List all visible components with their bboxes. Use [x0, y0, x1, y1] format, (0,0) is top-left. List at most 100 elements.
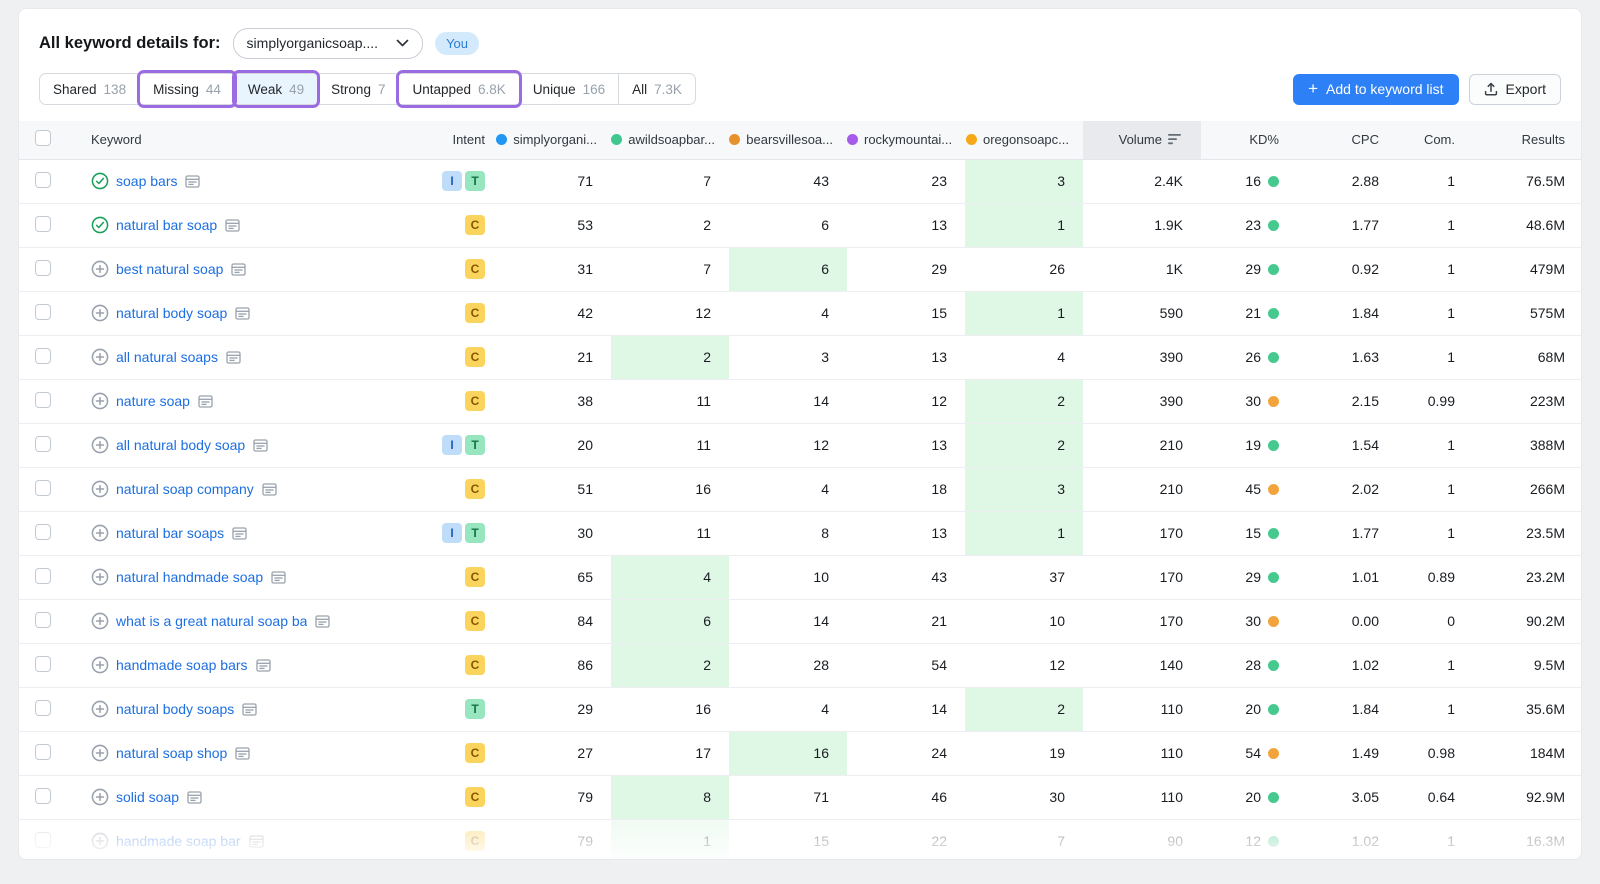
row-checkbox[interactable]	[35, 480, 51, 496]
row-checkbox[interactable]	[35, 172, 51, 188]
serp-features-icon[interactable]	[226, 351, 241, 364]
row-checkbox[interactable]	[35, 656, 51, 672]
serp-features-icon[interactable]	[253, 439, 268, 452]
serp-features-icon[interactable]	[262, 483, 277, 496]
serp-features-icon[interactable]	[225, 219, 240, 232]
add-keyword-icon[interactable]	[91, 436, 109, 454]
column-header-intent[interactable]: Intent	[423, 121, 493, 159]
row-checkbox[interactable]	[35, 304, 51, 320]
serp-features-icon[interactable]	[185, 175, 200, 188]
column-header-competitor-1[interactable]: simplyorgani...	[493, 121, 611, 159]
serp-features-icon[interactable]	[198, 395, 213, 408]
keyword-link[interactable]: what is a great natural soap ba	[116, 613, 307, 629]
add-keyword-icon[interactable]	[91, 304, 109, 322]
filter-tab-strong[interactable]: Strong 7	[317, 74, 398, 104]
serp-features-icon[interactable]	[187, 791, 202, 804]
keyword-link[interactable]: natural soap company	[116, 481, 254, 497]
row-checkbox[interactable]	[35, 436, 51, 452]
column-header-com[interactable]: Com.	[1397, 121, 1473, 159]
add-keyword-icon[interactable]	[91, 568, 109, 586]
row-checkbox[interactable]	[35, 568, 51, 584]
column-header-kd[interactable]: KD%	[1201, 121, 1293, 159]
row-checkbox[interactable]	[35, 788, 51, 804]
kd-dot	[1268, 572, 1279, 583]
filter-tab-missing[interactable]: Missing 44	[139, 74, 234, 104]
column-header-competitor-4[interactable]: rockymountai...	[847, 121, 965, 159]
column-header-volume[interactable]: Volume	[1083, 121, 1201, 159]
add-keyword-icon[interactable]	[91, 832, 109, 850]
serp-features-icon[interactable]	[249, 835, 264, 848]
position-cell: 2	[611, 203, 729, 247]
kd-dot	[1268, 264, 1279, 275]
row-checkbox[interactable]	[35, 524, 51, 540]
serp-features-icon[interactable]	[232, 527, 247, 540]
serp-features-icon[interactable]	[231, 263, 246, 276]
add-to-keyword-list-label: Add to keyword list	[1326, 81, 1444, 97]
intent-badge-t: T	[465, 435, 485, 455]
add-keyword-icon[interactable]	[91, 480, 109, 498]
add-keyword-icon[interactable]	[91, 348, 109, 366]
add-keyword-icon[interactable]	[91, 260, 109, 278]
select-all-checkbox[interactable]	[35, 130, 51, 146]
row-checkbox[interactable]	[35, 260, 51, 276]
intent-badge-t: T	[465, 699, 485, 719]
row-checkbox[interactable]	[35, 744, 51, 760]
add-keyword-icon[interactable]	[91, 700, 109, 718]
filter-tab-all[interactable]: All 7.3K	[618, 74, 695, 104]
keyword-link[interactable]: natural handmade soap	[116, 569, 263, 585]
keyword-link[interactable]: natural bar soaps	[116, 525, 224, 541]
column-header-results[interactable]: Results	[1473, 121, 1582, 159]
position-cell: 13	[847, 423, 965, 467]
keyword-link[interactable]: natural body soaps	[116, 701, 234, 717]
serp-features-icon[interactable]	[235, 307, 250, 320]
kd-cell: 54	[1201, 731, 1293, 775]
keyword-link[interactable]: handmade soap bar	[116, 833, 241, 849]
intent-badge-c: C	[465, 655, 485, 675]
intent-cell: C	[423, 335, 493, 379]
add-keyword-icon[interactable]	[91, 392, 109, 410]
intent-cell: C	[423, 599, 493, 643]
row-checkbox[interactable]	[35, 392, 51, 408]
add-keyword-icon[interactable]	[91, 524, 109, 542]
serp-features-icon[interactable]	[271, 571, 286, 584]
add-to-keyword-list-button[interactable]: + Add to keyword list	[1293, 74, 1458, 105]
keyword-link[interactable]: all natural body soap	[116, 437, 245, 453]
filter-tab-unique[interactable]: Unique 166	[519, 74, 618, 104]
add-keyword-icon[interactable]	[91, 744, 109, 762]
add-keyword-icon[interactable]	[91, 656, 109, 674]
keyword-link[interactable]: all natural soaps	[116, 349, 218, 365]
table-row: handmade soap bars C 86 2 28 54 12 140 2…	[19, 643, 1582, 687]
com-cell: 0.98	[1397, 731, 1473, 775]
filter-tab-shared[interactable]: Shared 138	[40, 74, 139, 104]
export-button[interactable]: Export	[1469, 74, 1561, 105]
row-checkbox[interactable]	[35, 700, 51, 716]
keyword-link[interactable]: solid soap	[116, 789, 179, 805]
serp-features-icon[interactable]	[315, 615, 330, 628]
filter-tab-untapped[interactable]: Untapped 6.8K	[398, 74, 518, 104]
row-checkbox[interactable]	[35, 348, 51, 364]
keyword-link[interactable]: best natural soap	[116, 261, 223, 277]
row-checkbox[interactable]	[35, 832, 51, 848]
column-header-keyword[interactable]: Keyword	[67, 121, 423, 159]
serp-features-icon[interactable]	[235, 747, 250, 760]
serp-features-icon[interactable]	[242, 703, 257, 716]
keyword-link[interactable]: natural body soap	[116, 305, 227, 321]
add-keyword-icon[interactable]	[91, 612, 109, 630]
keyword-link[interactable]: handmade soap bars	[116, 657, 248, 673]
domain-selector[interactable]: simplyorganicsoap....	[233, 28, 424, 59]
position-cell: 13	[847, 511, 965, 555]
row-checkbox[interactable]	[35, 612, 51, 628]
column-header-cpc[interactable]: CPC	[1293, 121, 1397, 159]
keyword-link[interactable]: nature soap	[116, 393, 190, 409]
row-checkbox[interactable]	[35, 216, 51, 232]
filter-tab-weak[interactable]: Weak 49	[234, 74, 317, 104]
column-header-competitor-3[interactable]: bearsvillesoa...	[729, 121, 847, 159]
serp-features-icon[interactable]	[256, 659, 271, 672]
column-header-competitor-5[interactable]: oregonsoapc...	[965, 121, 1083, 159]
keyword-link[interactable]: natural bar soap	[116, 217, 217, 233]
column-header-competitor-2[interactable]: awildsoapbar...	[611, 121, 729, 159]
kd-dot	[1268, 836, 1279, 847]
keyword-link[interactable]: natural soap shop	[116, 745, 227, 761]
keyword-link[interactable]: soap bars	[116, 173, 177, 189]
add-keyword-icon[interactable]	[91, 788, 109, 806]
